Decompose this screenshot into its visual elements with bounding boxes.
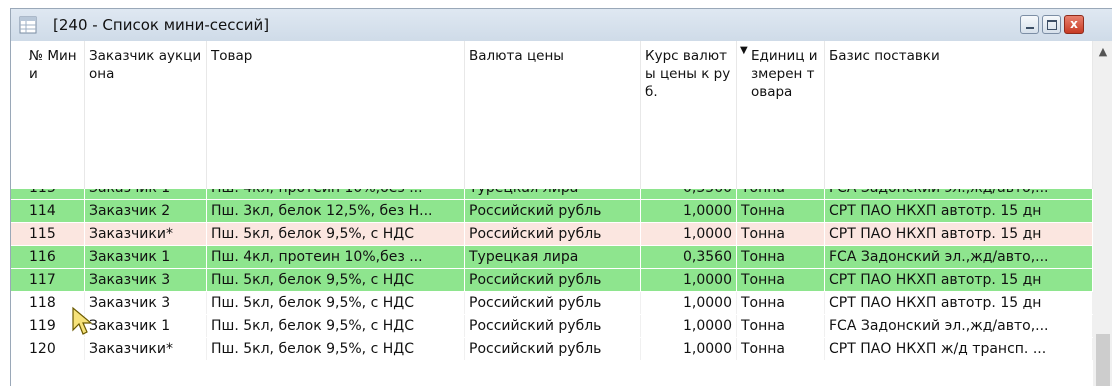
cell-unit: Тонна [737,223,825,245]
cell-product: Пш. 4кл, протеин 10%,без ... [207,246,465,268]
cell-basis: FCA Задонский эл.,жд/авто,... [825,246,1093,268]
minimize-button[interactable] [1020,15,1039,34]
cell-customer: Заказчик 3 [85,292,207,314]
close-button[interactable]: x [1064,15,1084,34]
cell-customer: Заказчик 1 [85,246,207,268]
cell-currency: Турецкая лира [465,246,641,268]
cell-currency: Российский рубль [465,200,641,222]
table-body: 113Заказчик 1Пш. 4кл, протеин 10%,без ..… [11,189,1093,386]
cell-product: Пш. 5кл, белок 9,5%, с НДС [207,292,465,314]
table-icon [19,16,37,34]
cell-basis: CPT ПАО НКХП автотр. 15 дн [825,223,1093,245]
cell-unit: Тонна [737,338,825,360]
column-header-label: № Мини [29,48,77,82]
cell-basis: CPT ПАО НКХП автотр. 15 дн [825,269,1093,291]
cell-rate: 1,0000 [641,223,737,245]
cell-num: 117 [25,269,85,291]
cell-unit: Тонна [737,246,825,268]
mouse-pointer-icon [72,306,93,335]
cell-customer: Заказчик 3 [85,269,207,291]
cell-num: 113 [25,189,85,199]
cell-rate: 1,0000 [641,292,737,314]
mini-sessions-window: [240 - Список мини-сессий] x № Мини Зака… [10,8,1112,386]
table-row[interactable]: 114 Заказчик 2 Пш. 3кл, белок 12,5%, без Н… [11,200,1093,223]
cell-product: Пш. 5кл, белок 9,5%, с НДС [207,269,465,291]
cell-basis: FCA Задонский эл.,жд/авто,... [825,189,1093,199]
column-header-label: Курс валюты цены к руб. [645,48,731,100]
cell-rate: 1,0000 [641,315,737,337]
cell-currency: Российский рубль [465,223,641,245]
column-header-label: Единиц измерен товара [751,48,818,100]
column-header-product[interactable]: Товар [207,41,465,189]
cell-currency: Российский рубль [465,315,641,337]
table-row[interactable]: 115 Заказчики* Пш. 5кл, белок 9,5%, с НДС Р… [11,223,1093,246]
table-row[interactable]: 119 Заказчик 1 Пш. 5кл, белок 9,5%, с НДС Р… [11,315,1093,338]
cell-rate: 0,3560 [641,189,737,199]
cell-unit: Тонна [737,292,825,314]
cell-basis: FCA Задонский эл.,жд/авто,... [825,315,1093,337]
cell-customer: Заказчик 1 [85,315,207,337]
cell-product: Пш. 5кл, белок 9,5%, с НДС [207,223,465,245]
cell-unit: Тонна [737,200,825,222]
cell-currency: Турецкая лира [465,189,641,199]
cell-customer: Заказчик 1 [85,189,207,199]
cell-product: Пш. 5кл, белок 9,5%, с НДС [207,338,465,360]
table-row[interactable]: 120 Заказчики* Пш. 5кл, белок 9,5%, с НДС Р… [11,338,1093,361]
table-row[interactable]: 116 Заказчик 1 Пш. 4кл, протеин 10%,без ..… [11,246,1093,269]
cell-unit: Тонна [737,269,825,291]
chevron-up-icon[interactable]: ▲ [1093,41,1112,61]
cell-unit: Тонна [737,189,825,199]
cell-unit: Тонна [737,315,825,337]
cell-num: 120 [25,338,85,360]
column-header-currency[interactable]: Валюта цены [465,41,641,189]
cell-rate: 1,0000 [641,200,737,222]
cell-customer: Заказчик 2 [85,200,207,222]
cell-currency: Российский рубль [465,338,641,360]
column-header-label: Базис поставки [829,48,940,64]
cell-rate: 1,0000 [641,269,737,291]
cell-currency: Российский рубль [465,292,641,314]
cell-product: Пш. 3кл, белок 12,5%, без Н... [207,200,465,222]
vertical-scrollbar[interactable]: ▲ [1093,41,1112,386]
cell-basis: CPT ПАО НКХП автотр. 15 дн [825,200,1093,222]
column-header-rate[interactable]: Курс валюты цены к руб. [641,41,737,189]
table-row[interactable]: 117 Заказчик 3 Пш. 5кл, белок 9,5%, с НДС Р… [11,269,1093,292]
cell-rate: 0,3560 [641,246,737,268]
column-header-unit[interactable]: ▼ Единиц измерен товара [737,41,825,189]
column-header-num[interactable]: № Мини [25,41,85,189]
cell-rate: 1,0000 [641,338,737,360]
table-row[interactable]: 118 Заказчик 3 Пш. 5кл, белок 9,5%, с НДС Р… [11,292,1093,315]
cell-basis: CPT ПАО НКХП ж/д трансп. ... [825,338,1093,360]
cell-basis: CPT ПАО НКХП автотр. 15 дн [825,292,1093,314]
scroll-thumb[interactable] [1096,334,1110,386]
table-header: № Мини Заказчик аукциона Товар Валюта це… [11,41,1093,190]
column-header-label: Заказчик аукциона [89,48,202,82]
cell-currency: Российский рубль [465,269,641,291]
column-header-basis[interactable]: Базис поставки [825,41,1093,189]
cell-customer: Заказчики* [85,338,207,360]
window-title: [240 - Список мини-сессий] [53,16,270,34]
cell-customer: Заказчики* [85,223,207,245]
column-header-label: Валюта цены [469,48,564,64]
table-row[interactable]: 113Заказчик 1Пш. 4кл, протеин 10%,без ..… [11,189,1093,200]
sort-desc-icon: ▼ [740,45,748,56]
cell-num: 115 [25,223,85,245]
maximize-button[interactable] [1042,15,1061,34]
column-header-label: Товар [211,48,253,64]
title-bar[interactable]: [240 - Список мини-сессий] x [11,9,1112,41]
column-header-customer[interactable]: Заказчик аукциона [85,41,207,189]
cell-num: 116 [25,246,85,268]
cell-product: Пш. 5кл, белок 9,5%, с НДС [207,315,465,337]
cell-num: 114 [25,200,85,222]
cell-product: Пш. 4кл, протеин 10%,без ... [207,189,465,199]
